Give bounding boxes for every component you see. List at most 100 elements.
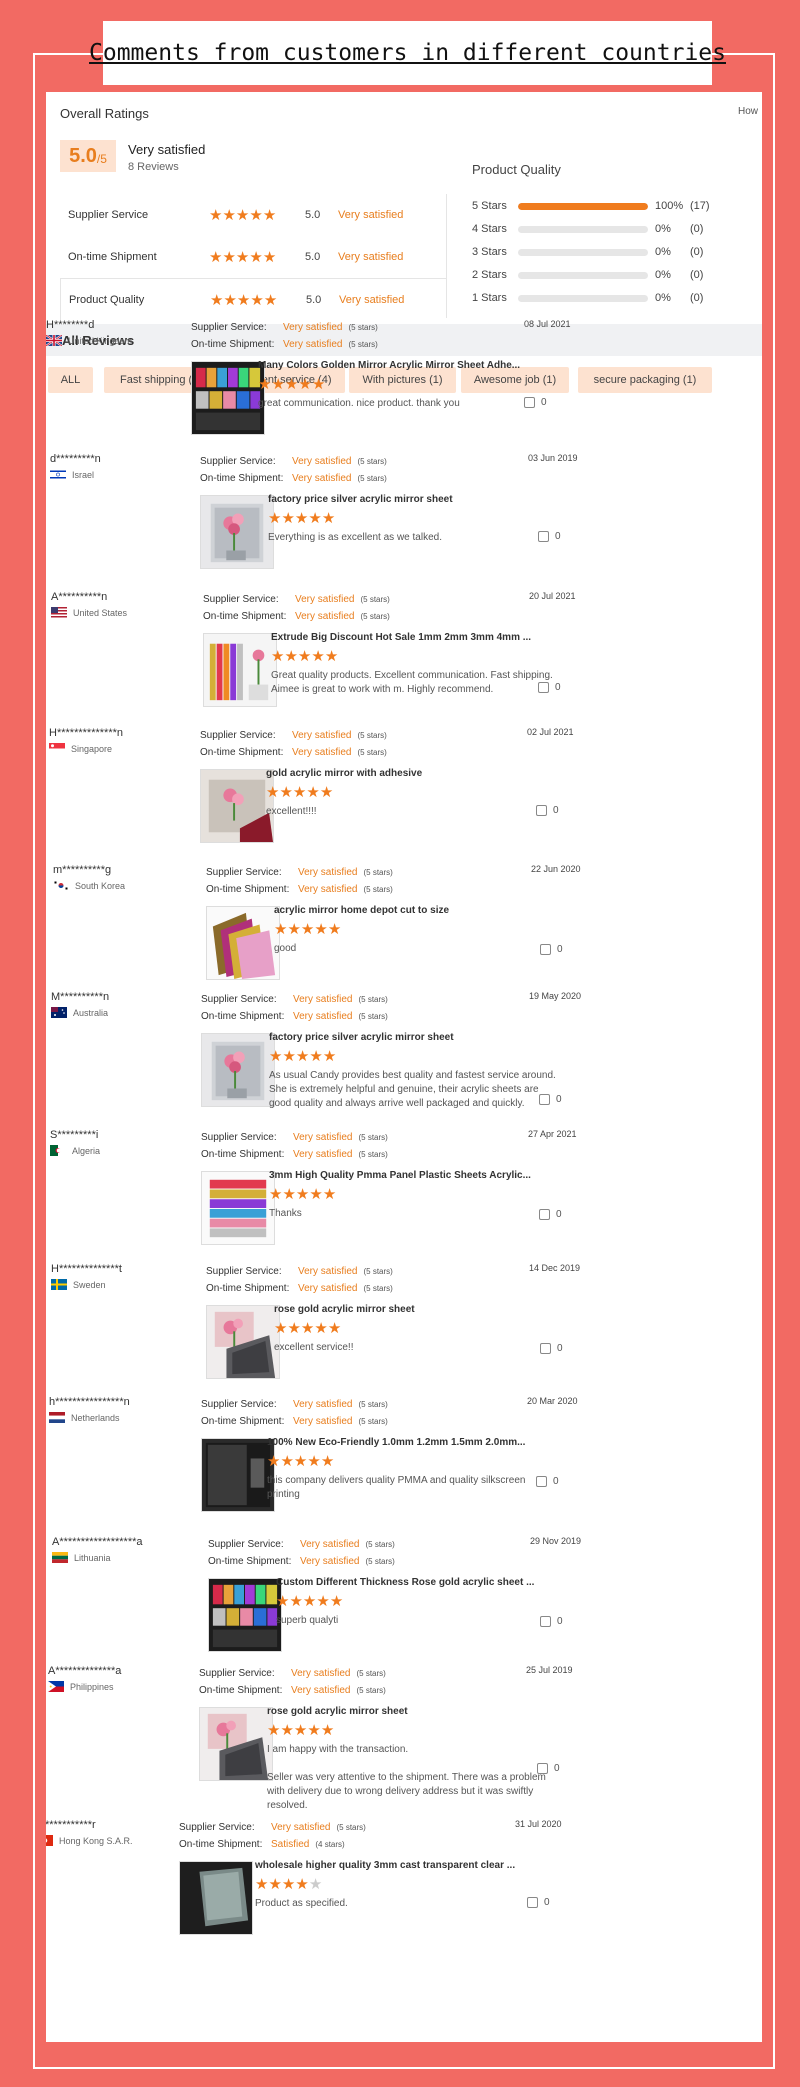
like-count: 0 [557, 944, 563, 955]
like-button[interactable]: 0 [540, 1616, 563, 1627]
reviewer-name: A**************a [48, 1665, 122, 1677]
review-stars: ★★★★★ [255, 1875, 322, 1894]
star-icon: ★ [300, 1320, 315, 1337]
review-ratings: Supplier Service: Very satisfied (5 stars)… [179, 1819, 366, 1853]
star-icon: ★ [319, 784, 334, 801]
on-time-shipment-value: Very satisfied [293, 1149, 353, 1160]
product-thumbnail[interactable] [200, 769, 274, 843]
review-ratings: Supplier Service: Very satisfied (5 stars)… [206, 864, 393, 898]
on-time-shipment-label: On-time Shipment: [200, 473, 284, 484]
like-count: 0 [554, 1763, 560, 1774]
star-icon: ★ [274, 921, 288, 938]
thumbs-up-icon [540, 1343, 551, 1354]
supplier-service-label: Supplier Service: [203, 594, 279, 605]
product-thumbnail[interactable] [199, 1707, 273, 1781]
on-time-shipment-label: On-time Shipment: [203, 611, 287, 622]
thumbs-up-icon [538, 682, 549, 693]
supplier-service-line: Supplier Service: Very satisfied (5 stars) [201, 1129, 388, 1146]
like-button[interactable]: 0 [539, 1209, 562, 1220]
count-value: (17) [690, 200, 710, 212]
product-thumbnail[interactable] [201, 1033, 275, 1107]
country-name: South Korea [75, 880, 126, 891]
like-button[interactable]: 0 [538, 531, 561, 542]
on-time-shipment-stars: (5 stars) [363, 1284, 393, 1293]
product-title[interactable]: gold acrylic mirror with adhesive [266, 768, 422, 779]
product-title[interactable]: Many Colors Golden Mirror Acrylic Mirror… [258, 360, 520, 371]
supplier-service-line: Supplier Service: Very satisfied (5 stars) [203, 591, 390, 608]
shipment-line: On-time Shipment: Very satisfied (5 stars) [201, 1008, 388, 1025]
review-stars: ★★★★★ [267, 1721, 334, 1740]
rating-stars: ★★★★★ [209, 248, 305, 266]
star-icon: ★ [262, 249, 277, 266]
product-thumbnail[interactable] [201, 1438, 275, 1512]
reviewer-name: h****************n [49, 1396, 130, 1408]
star-icon: ★ [309, 1048, 323, 1065]
product-title[interactable]: Custom Different Thickness Rose gold acr… [276, 1577, 534, 1588]
supplier-service-label: Supplier Service: [206, 867, 282, 878]
star-icon: ★ [267, 1722, 281, 1739]
review-date: 31 Jul 2020 [515, 1819, 562, 1829]
star-icon: ★ [306, 784, 320, 801]
product-quality-row: 3 Stars 0% (0) [472, 245, 732, 259]
product-title[interactable]: rose gold acrylic mirror sheet [267, 1706, 408, 1717]
like-button[interactable]: 0 [540, 944, 563, 955]
how-link[interactable]: How [738, 106, 758, 117]
like-button[interactable]: 0 [538, 682, 561, 693]
overall-score: 5.0/5 [60, 140, 116, 172]
review-item: d*********n Israel Supplier Service: Very s… [50, 453, 610, 587]
like-count: 0 [544, 1897, 550, 1908]
like-button[interactable]: 0 [537, 1763, 560, 1774]
supplier-service-stars: (5 stars) [365, 1540, 395, 1549]
product-thumbnail[interactable] [203, 633, 277, 707]
product-thumbnail[interactable] [201, 1171, 275, 1245]
supplier-service-label: Supplier Service: [200, 730, 276, 741]
star-icon: ★ [289, 1593, 303, 1610]
like-button[interactable]: 0 [536, 805, 559, 816]
review-stars: ★★★★★ [269, 1185, 336, 1204]
product-thumbnail[interactable] [206, 1305, 280, 1379]
on-time-shipment-label: On-time Shipment: [199, 1685, 283, 1696]
review-stars: ★★★★★ [269, 1047, 336, 1066]
star-icon: ★ [295, 1048, 310, 1065]
progress-fill [518, 202, 648, 210]
supplier-service-stars: (5 stars) [356, 1669, 386, 1678]
star-icon: ★ [280, 1453, 294, 1470]
star-icon: ★ [263, 291, 278, 309]
review-item: A******************a Lithuania Supplier Se… [52, 1536, 612, 1670]
product-title[interactable]: factory price silver acrylic mirror shee… [269, 1032, 454, 1043]
count-value: (0) [690, 246, 704, 258]
product-thumbnail[interactable] [206, 906, 280, 980]
product-title[interactable]: 3mm High Quality Pmma Panel Plastic Shee… [269, 1170, 531, 1181]
supplier-service-line: Supplier Service: Very satisfied (5 stars) [201, 1396, 388, 1413]
product-title[interactable]: factory price silver acrylic mirror shee… [268, 494, 453, 505]
product-title[interactable]: wholesale higher quality 3mm cast transp… [255, 1860, 515, 1871]
like-button[interactable]: 0 [527, 1897, 550, 1908]
product-title[interactable]: Extrude Big Discount Hot Sale 1mm 2mm 3m… [271, 632, 531, 643]
on-time-shipment-label: On-time Shipment: [179, 1839, 263, 1850]
like-button[interactable]: 0 [536, 1476, 559, 1487]
shipment-line: On-time Shipment: Very satisfied (5 stars) [206, 881, 393, 898]
rating-stars: ★★★★★ [209, 206, 305, 224]
on-time-shipment-value: Very satisfied [293, 1416, 353, 1427]
product-title[interactable]: 100% New Eco-Friendly 1.0mm 1.2mm 1.5mm … [267, 1437, 525, 1448]
like-button[interactable]: 0 [539, 1094, 562, 1105]
progress-bar [518, 294, 648, 302]
like-button[interactable]: 0 [524, 397, 547, 408]
reviewer-country: Netherlands [49, 1412, 120, 1423]
country-flag-icon [52, 1552, 68, 1563]
product-thumbnail[interactable] [191, 361, 265, 435]
product-title[interactable]: acrylic mirror home depot cut to size [274, 905, 449, 916]
star-icon: ★ [282, 1186, 296, 1203]
reviewer-name: H**************t [51, 1263, 122, 1275]
like-button[interactable]: 0 [540, 1343, 563, 1354]
on-time-shipment-value: Satisfied [271, 1839, 310, 1850]
review-comment: excellent service!! [274, 1342, 354, 1353]
product-thumbnail[interactable] [179, 1861, 253, 1935]
supplier-service-value: Very satisfied [291, 1668, 351, 1679]
review-count: 8 Reviews [128, 161, 179, 173]
product-thumbnail[interactable] [208, 1578, 282, 1652]
product-thumbnail[interactable] [200, 495, 274, 569]
product-title[interactable]: rose gold acrylic mirror sheet [274, 1304, 415, 1315]
review-date: 08 Jul 2021 [524, 319, 571, 329]
rating-value: 5.0 [306, 293, 322, 306]
